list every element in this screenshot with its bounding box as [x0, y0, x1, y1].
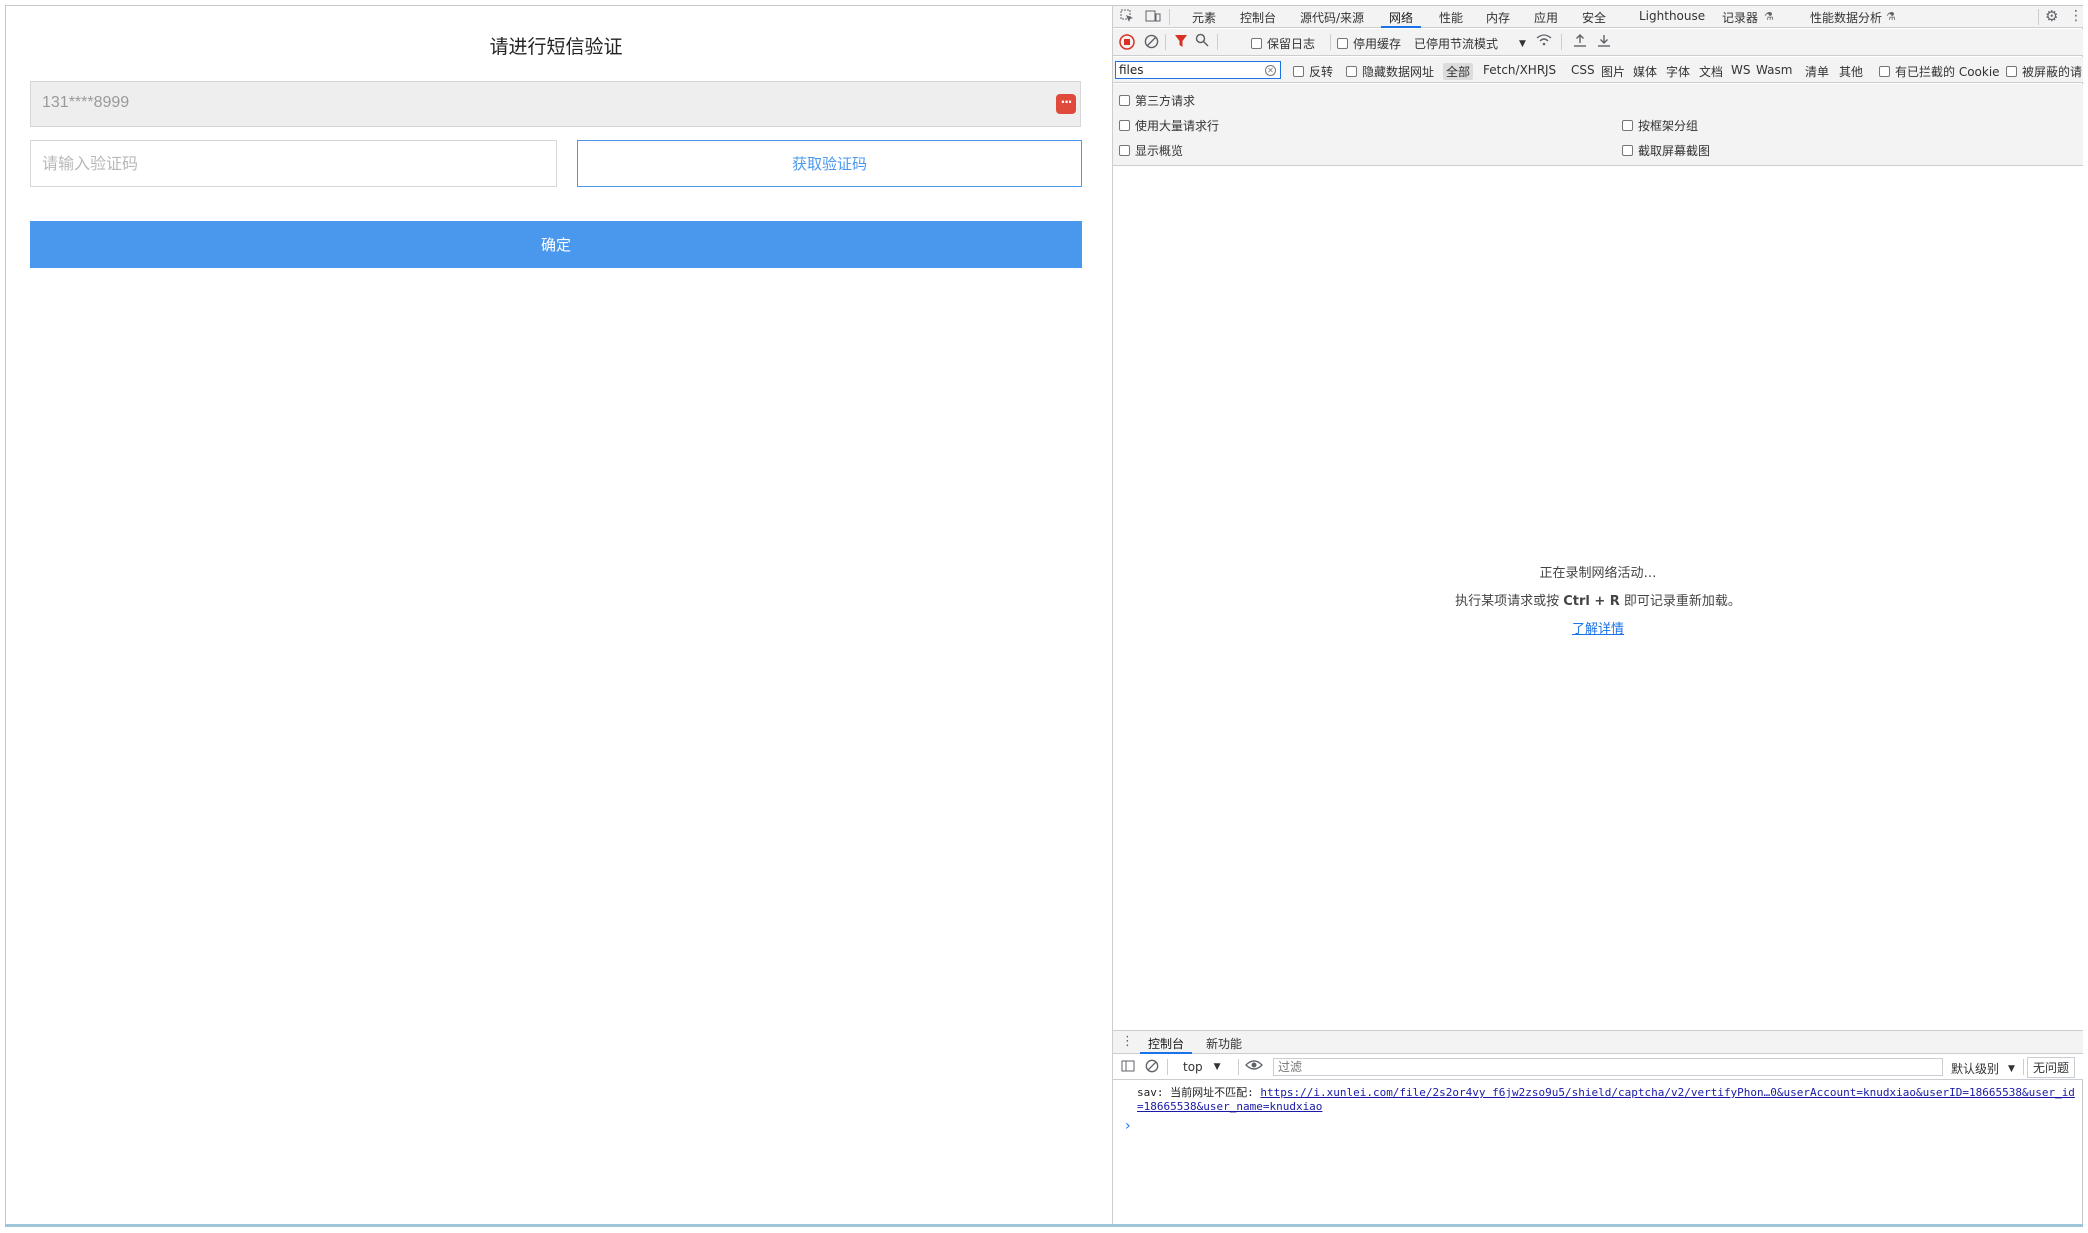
- record-stop-icon[interactable]: [1119, 34, 1135, 55]
- clear-icon[interactable]: [1144, 34, 1159, 54]
- separator: [1167, 1059, 1168, 1075]
- third-party-checkbox[interactable]: 第三方请求: [1119, 92, 1195, 109]
- console-message-text: sav: 当前网址不匹配:: [1137, 1086, 1261, 1099]
- tab-security[interactable]: 安全: [1582, 9, 1606, 26]
- separator: [1238, 1059, 1239, 1075]
- tab-network[interactable]: 网络: [1389, 9, 1413, 26]
- taskbar-strip: [5, 1224, 2083, 1227]
- type-filter-ws[interactable]: WS: [1731, 63, 1750, 77]
- inspect-element-icon[interactable]: [1119, 9, 1135, 28]
- separator: [1330, 34, 1331, 50]
- network-toolbar: 保留日志 停用缓存 已停用节流模式 ▼: [1113, 29, 2083, 56]
- type-filter-fetch-xhr[interactable]: Fetch/XHR: [1483, 63, 1545, 77]
- reload-hint: 执行某项请求或按 Ctrl + R 即可记录重新加载。: [1455, 594, 1741, 609]
- flask-icon: ⚗: [1764, 10, 1774, 23]
- devtools-panel: 元素 控制台 源代码/来源 网络 性能 内存 应用 安全 Lighthouse …: [1112, 6, 2083, 1224]
- learn-more-link[interactable]: 了解详情: [1572, 622, 1624, 637]
- context-select[interactable]: top ▼: [1183, 1060, 1221, 1074]
- invert-checkbox[interactable]: 反转: [1293, 63, 1333, 80]
- confirm-button[interactable]: 确定: [30, 221, 1082, 268]
- tab-performance[interactable]: 性能: [1439, 9, 1463, 26]
- network-filter-input[interactable]: [1115, 61, 1281, 79]
- settings-gear-icon[interactable]: ⚙: [2045, 8, 2058, 24]
- tab-lighthouse[interactable]: Lighthouse: [1639, 9, 1705, 23]
- console-prompt-icon[interactable]: ›: [1125, 1118, 1131, 1134]
- console-log-message: sav: 当前网址不匹配: https://i.xunlei.com/file/…: [1137, 1086, 2077, 1114]
- filter-funnel-icon[interactable]: [1174, 34, 1188, 53]
- tab-recorder[interactable]: 记录器: [1722, 9, 1758, 26]
- type-filter-media[interactable]: 媒体: [1633, 63, 1657, 80]
- type-filter-manifest[interactable]: 清单: [1805, 63, 1829, 80]
- device-toolbar-icon[interactable]: [1145, 9, 1161, 28]
- tab-memory[interactable]: 内存: [1486, 9, 1510, 26]
- drawer-menu-icon[interactable]: ⋮: [1121, 1034, 1134, 1050]
- blocked-requests-checkbox[interactable]: 被屏蔽的请: [2006, 63, 2082, 80]
- tab-application[interactable]: 应用: [1534, 9, 1558, 26]
- show-overview-checkbox[interactable]: 显示概览: [1119, 142, 1183, 159]
- tab-performance-insights[interactable]: 性能数据分析: [1810, 9, 1882, 26]
- password-manager-icon[interactable]: ···: [1056, 94, 1076, 114]
- learn-more-row: 了解详情: [1113, 618, 2083, 637]
- verification-code-input[interactable]: [30, 140, 557, 187]
- type-filter-font[interactable]: 字体: [1666, 63, 1690, 80]
- separator: [1217, 34, 1218, 50]
- sms-verification-page: 请进行短信验证 131****8999 ··· 获取验证码 确定: [6, 6, 1112, 1224]
- get-code-button[interactable]: 获取验证码: [577, 140, 1082, 187]
- console-message-url[interactable]: https://i.xunlei.com/file/2s2or4vy f6jw2…: [1137, 1086, 2075, 1113]
- type-filter-css[interactable]: CSS: [1571, 63, 1595, 77]
- hide-data-urls-checkbox[interactable]: 隐藏数据网址: [1346, 63, 1434, 80]
- flask-icon: ⚗: [1886, 10, 1896, 23]
- type-filter-img[interactable]: 图片: [1601, 63, 1625, 80]
- clear-filter-icon[interactable]: ✕: [1265, 65, 1276, 76]
- issues-button[interactable]: 无问题: [2027, 1057, 2076, 1078]
- group-by-frame-checkbox[interactable]: 按框架分组: [1622, 117, 1698, 134]
- tab-sources[interactable]: 源代码/来源: [1300, 9, 1364, 26]
- separator: [1561, 34, 1562, 50]
- disable-cache-checkbox[interactable]: 停用缓存: [1337, 35, 1401, 52]
- search-icon[interactable]: [1195, 33, 1209, 51]
- separator: [2023, 1059, 2024, 1075]
- network-options: 第三方请求 使用大量请求行 按框架分组 显示概览 截取屏幕截图: [1113, 84, 2083, 166]
- devtools-tabbar: 元素 控制台 源代码/来源 网络 性能 内存 应用 安全 Lighthouse …: [1113, 6, 2083, 28]
- log-level-select[interactable]: 默认级别 ▼: [1951, 1060, 2015, 1077]
- type-filter-wasm[interactable]: Wasm: [1756, 63, 1792, 77]
- type-filter-doc[interactable]: 文档: [1699, 63, 1723, 80]
- drawer-tab-console[interactable]: 控制台: [1148, 1035, 1184, 1052]
- network-filter-bar: ✕ 反转 隐藏数据网址 全部 Fetch/XHR JS CSS 图片 媒体 字体…: [1113, 57, 2083, 83]
- network-conditions-wifi-icon[interactable]: [1536, 33, 1552, 51]
- drawer-tabbar: ⋮ 控制台 新功能: [1113, 1030, 2083, 1054]
- tab-elements[interactable]: 元素: [1192, 9, 1216, 26]
- live-expression-eye-icon[interactable]: [1245, 1058, 1263, 1077]
- more-options-icon[interactable]: ⋮: [2069, 8, 2083, 24]
- drawer-tab-whats-new[interactable]: 新功能: [1206, 1035, 1242, 1052]
- blocked-cookies-checkbox[interactable]: 有已拦截的 Cookie: [1879, 63, 2000, 80]
- active-tab-indicator: [1381, 26, 1421, 28]
- phone-number-value: 131****8999: [42, 94, 130, 111]
- type-filter-js[interactable]: JS: [1545, 63, 1556, 77]
- clear-console-icon[interactable]: [1145, 1059, 1159, 1078]
- export-har-icon[interactable]: [1597, 33, 1611, 52]
- recording-status: 正在录制网络活动…: [1539, 566, 1657, 581]
- network-request-area: 正在录制网络活动… 执行某项请求或按 Ctrl + R 即可记录重新加载。 了解…: [1113, 166, 2083, 1030]
- separator: [1169, 9, 1170, 25]
- capture-screenshots-checkbox[interactable]: 截取屏幕截图: [1622, 142, 1710, 159]
- type-filter-all[interactable]: 全部: [1443, 63, 1474, 80]
- console-toolbar: top▼ 默认级别▼ 无问题: [1113, 1054, 2083, 1080]
- throttling-select[interactable]: 已停用节流模式 ▼: [1414, 35, 1526, 52]
- preserve-log-checkbox[interactable]: 保留日志: [1251, 35, 1315, 52]
- page-title: 请进行短信验证: [489, 36, 623, 58]
- import-har-icon[interactable]: [1573, 33, 1587, 52]
- separator: [1165, 34, 1166, 50]
- console-filter-input[interactable]: [1273, 1058, 1943, 1076]
- type-filter-other[interactable]: 其他: [1839, 63, 1863, 80]
- tab-console[interactable]: 控制台: [1240, 9, 1276, 26]
- phone-number-field: 131****8999 ···: [30, 81, 1081, 127]
- sidebar-toggle-icon[interactable]: [1121, 1059, 1135, 1078]
- big-request-rows-checkbox[interactable]: 使用大量请求行: [1119, 117, 1219, 134]
- separator: [2038, 9, 2039, 25]
